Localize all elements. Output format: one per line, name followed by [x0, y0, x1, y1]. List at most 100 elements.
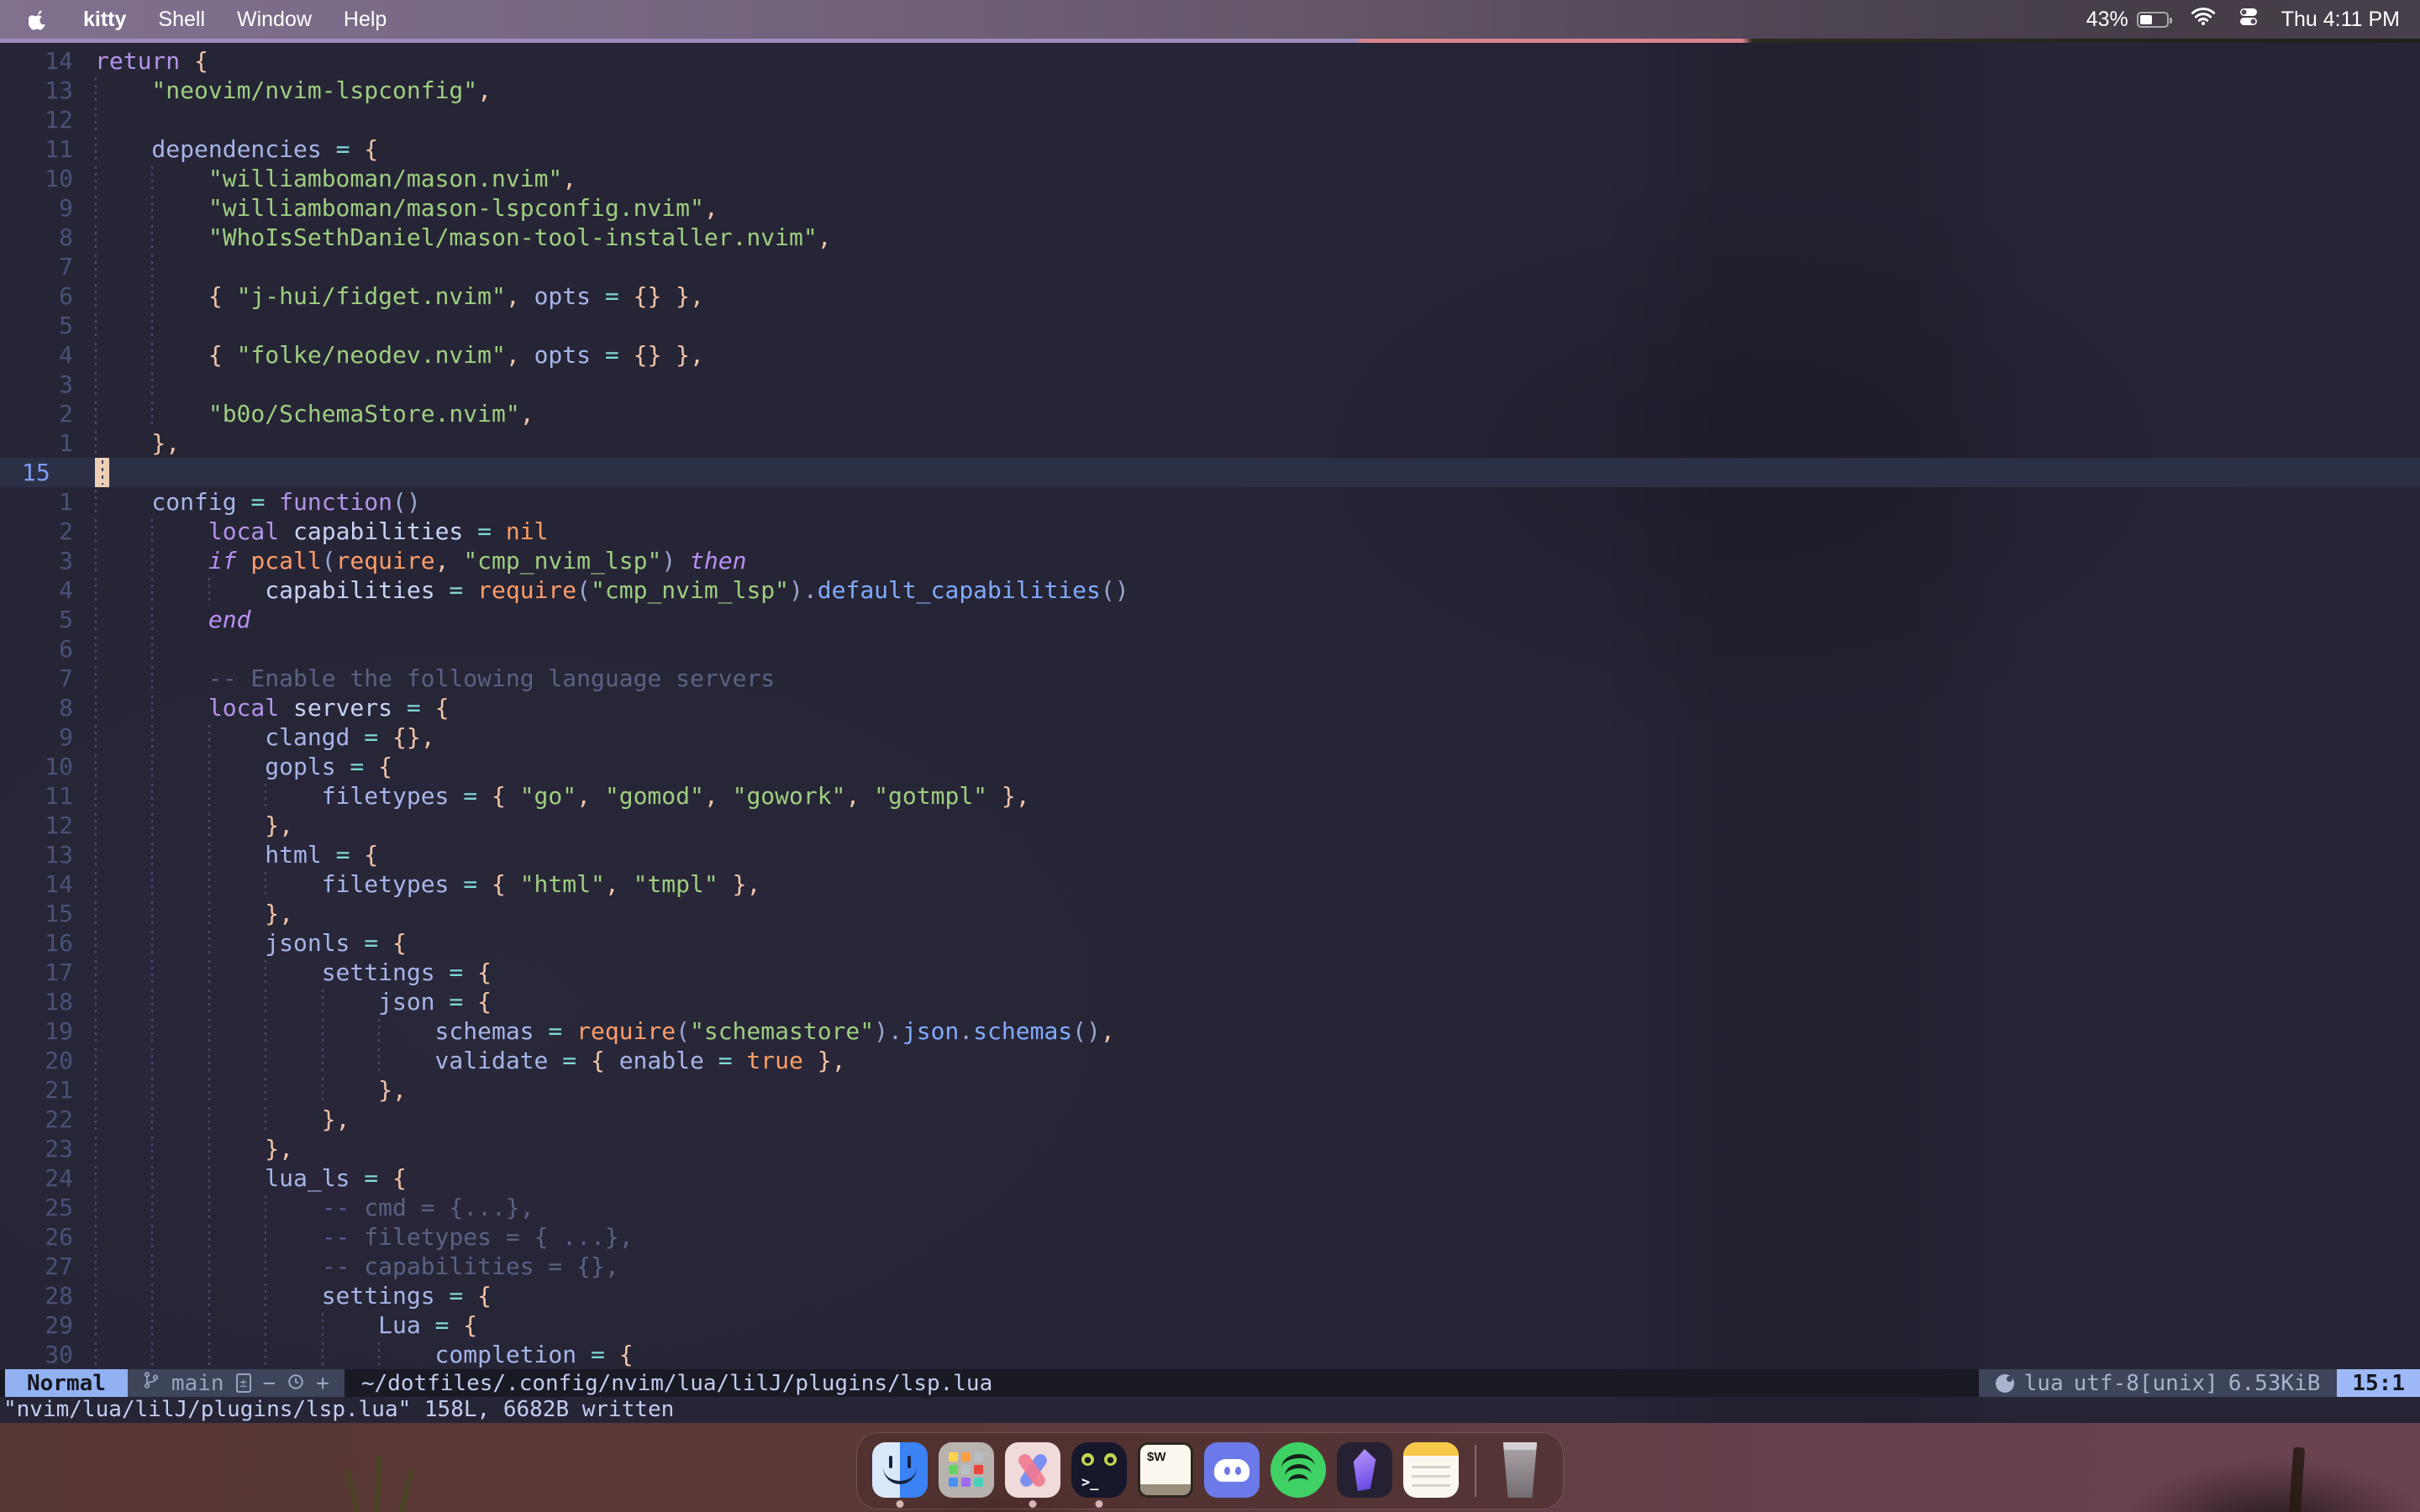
- indent-guide: [265, 1193, 321, 1222]
- editor-line[interactable]: 2 "b0o/SchemaStore.nvim",: [0, 399, 2420, 428]
- indent-guide: [151, 664, 208, 693]
- editor-line[interactable]: 4 { "folke/neodev.nvim", opts = {} },: [0, 340, 2420, 370]
- indent-guide: [208, 1105, 265, 1134]
- dock-item-finder[interactable]: [872, 1437, 928, 1504]
- dock-item-swkey[interactable]: [1138, 1437, 1193, 1504]
- indent-guide: [95, 634, 151, 664]
- editor-line[interactable]: 11 dependencies = {: [0, 134, 2420, 164]
- dock-item-trash[interactable]: [1492, 1437, 1548, 1504]
- editor-line[interactable]: 9 "williamboman/mason-lspconfig.nvim",: [0, 193, 2420, 223]
- editor-line[interactable]: 19 schemas = require("schemastore").json…: [0, 1016, 2420, 1046]
- editor-line[interactable]: 8 "WhoIsSethDaniel/mason-tool-installer.…: [0, 223, 2420, 252]
- editor-line[interactable]: 30 completion = {: [0, 1340, 2420, 1369]
- editor-line[interactable]: 22 },: [0, 1105, 2420, 1134]
- dock-item-discord[interactable]: [1204, 1437, 1260, 1504]
- editor-line[interactable]: 14return {: [0, 46, 2420, 76]
- editor-line[interactable]: 23 },: [0, 1134, 2420, 1163]
- launchpad-icon: [939, 1442, 994, 1498]
- menu-item-help[interactable]: Help: [328, 8, 402, 32]
- code-token: {: [492, 869, 520, 899]
- dock-item-spotify[interactable]: [1270, 1437, 1326, 1504]
- editor-line[interactable]: 25 -- cmd = {...},: [0, 1193, 2420, 1222]
- indent-guide: [95, 517, 151, 546]
- menu-item-app[interactable]: kitty: [67, 8, 142, 32]
- editor-line[interactable]: 10 "williamboman/mason.nvim",: [0, 164, 2420, 193]
- editor-line[interactable]: 18 json = {: [0, 987, 2420, 1016]
- editor-line[interactable]: 20 validate = { enable = true },: [0, 1046, 2420, 1075]
- dock-item-arc[interactable]: [1005, 1437, 1060, 1504]
- editor-line[interactable]: 28 settings = {: [0, 1281, 2420, 1310]
- code-token: "cmp_nvim_lsp": [463, 546, 661, 575]
- indent-guide: [151, 958, 208, 987]
- dock-item-notes[interactable]: [1403, 1437, 1459, 1504]
- editor-line[interactable]: 24 lua_ls = {: [0, 1163, 2420, 1193]
- menu-item-window[interactable]: Window: [221, 8, 328, 32]
- code-token: ,: [845, 781, 874, 811]
- menu-bar-right: 43% Thu 4:11 PM: [2086, 6, 2420, 34]
- editor-line[interactable]: 3: [0, 370, 2420, 399]
- editor-line[interactable]: 6 { "j-hui/fidget.nvim", opts = {} },: [0, 281, 2420, 311]
- code-token: ,: [605, 869, 634, 899]
- editor-line[interactable]: 1 },: [0, 428, 2420, 458]
- editor-line[interactable]: 13 html = {: [0, 840, 2420, 869]
- editor-line[interactable]: 5 end: [0, 605, 2420, 634]
- indent-guide: [208, 1163, 265, 1193]
- indent-guide: [95, 575, 151, 605]
- code-token: {: [208, 281, 237, 311]
- editor-line[interactable]: 6: [0, 634, 2420, 664]
- line-number: 11: [0, 134, 81, 164]
- editor-line[interactable]: 15: [0, 458, 2420, 487]
- editor-line[interactable]: 12 },: [0, 811, 2420, 840]
- editor-line[interactable]: 21 },: [0, 1075, 2420, 1105]
- dock-item-obsidian[interactable]: [1337, 1437, 1392, 1504]
- running-indicator: [897, 1500, 904, 1508]
- battery-percent: 43%: [2086, 8, 2128, 32]
- file-info-segment: lua utf-8[unix] 6.53KiB: [1979, 1369, 2338, 1397]
- editor-line[interactable]: 12: [0, 105, 2420, 134]
- editor-line[interactable]: 17 settings = {: [0, 958, 2420, 987]
- dock-item-launchpad[interactable]: [939, 1437, 994, 1504]
- editor-line[interactable]: 14 filetypes = { "html", "tmpl" },: [0, 869, 2420, 899]
- indent-guide: [95, 869, 151, 899]
- wifi-icon[interactable]: [2191, 7, 2216, 32]
- indent-guide: [95, 899, 151, 928]
- dock-item-kitty[interactable]: [1071, 1437, 1127, 1504]
- menu-bar: kitty Shell Window Help 43%: [0, 0, 2420, 39]
- editor-line[interactable]: 7: [0, 252, 2420, 281]
- editor-line[interactable]: 29 Lua = {: [0, 1310, 2420, 1340]
- editor-line[interactable]: 3 if pcall(require, "cmp_nvim_lsp") then: [0, 546, 2420, 575]
- code-area[interactable]: 14return {13 "neovim/nvim-lspconfig", 12 …: [0, 43, 2420, 1369]
- menu-item-shell[interactable]: Shell: [142, 8, 221, 32]
- indent-guide: [95, 252, 151, 281]
- editor-line[interactable]: 16 jsonls = {: [0, 928, 2420, 958]
- menu-bar-clock[interactable]: Thu 4:11 PM: [2281, 8, 2400, 32]
- indent-guide: [95, 340, 151, 370]
- code-token: json: [902, 1016, 959, 1046]
- indent-guide: [95, 1075, 151, 1105]
- line-number: 30: [0, 1340, 81, 1369]
- indent-guide: [95, 781, 151, 811]
- indent-guide: [208, 1193, 265, 1222]
- editor-line[interactable]: 7 -- Enable the following language serve…: [0, 664, 2420, 693]
- editor-line[interactable]: 27 -- capabilities = {},: [0, 1252, 2420, 1281]
- control-center-icon[interactable]: [2238, 6, 2260, 34]
- indent-guide: [95, 281, 151, 311]
- editor-line[interactable]: 8 local servers = {: [0, 693, 2420, 722]
- kitty-terminal-window[interactable]: 14return {13 "neovim/nvim-lspconfig", 12 …: [0, 43, 2420, 1423]
- editor-line[interactable]: 9 clangd = {},: [0, 722, 2420, 752]
- diff-added: +: [316, 1371, 329, 1396]
- editor-line[interactable]: 4 capabilities = require("cmp_nvim_lsp")…: [0, 575, 2420, 605]
- indent-guide: [322, 1046, 378, 1075]
- editor-line[interactable]: 5: [0, 311, 2420, 340]
- editor-line[interactable]: 15 },: [0, 899, 2420, 928]
- battery-indicator[interactable]: 43%: [2086, 8, 2169, 32]
- editor-line[interactable]: 13 "neovim/nvim-lspconfig",: [0, 76, 2420, 105]
- editor-line[interactable]: 2 local capabilities = nil: [0, 517, 2420, 546]
- line-number: 28: [0, 1281, 81, 1310]
- encoding: utf-8[unix]: [2074, 1371, 2218, 1396]
- apple-menu-icon[interactable]: [29, 8, 49, 31]
- editor-line[interactable]: 11 filetypes = { "go", "gomod", "gowork"…: [0, 781, 2420, 811]
- editor-line[interactable]: 26 -- filetypes = { ...},: [0, 1222, 2420, 1252]
- editor-line[interactable]: 10 gopls = {: [0, 752, 2420, 781]
- editor-line[interactable]: 1 config = function(): [0, 487, 2420, 517]
